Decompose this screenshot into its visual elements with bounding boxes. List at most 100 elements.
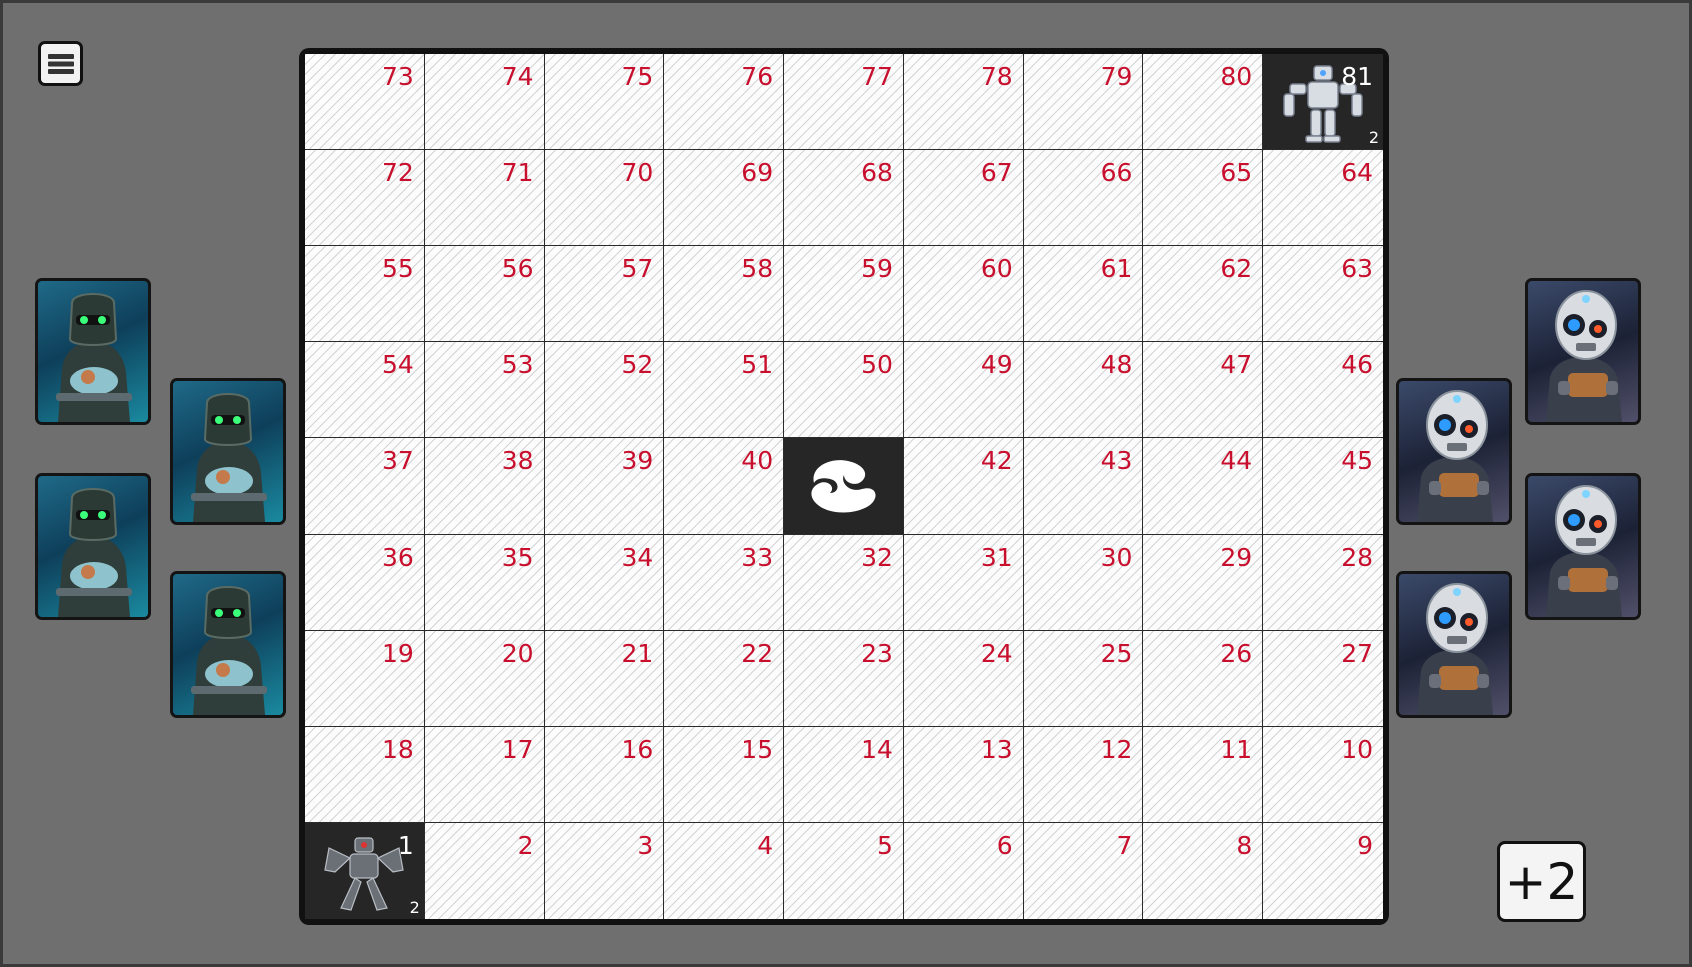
board-cell-36[interactable]: 36 bbox=[305, 534, 425, 631]
board-cell-50[interactable]: 50 bbox=[784, 342, 904, 439]
cell-number: 28 bbox=[1341, 542, 1373, 572]
cell-number: 63 bbox=[1341, 254, 1373, 284]
board-cell-55[interactable]: 55 bbox=[305, 246, 425, 343]
board-cell-33[interactable]: 33 bbox=[664, 534, 785, 631]
board-cell-42[interactable]: 42 bbox=[903, 438, 1024, 535]
board-cell-23[interactable]: 23 bbox=[784, 630, 904, 727]
board-cell-52[interactable]: 52 bbox=[544, 342, 665, 439]
board-cell-1[interactable]: 12 bbox=[305, 822, 425, 919]
board-cell-47[interactable]: 47 bbox=[1143, 342, 1264, 439]
board-cell-15[interactable]: 15 bbox=[664, 726, 785, 823]
board-cell-28[interactable]: 28 bbox=[1263, 534, 1383, 631]
board-cell-24[interactable]: 24 bbox=[903, 630, 1024, 727]
board-cell-49[interactable]: 49 bbox=[903, 342, 1024, 439]
board-cell-41[interactable] bbox=[784, 438, 904, 535]
board-cell-5[interactable]: 5 bbox=[784, 822, 904, 919]
board-cell-46[interactable]: 46 bbox=[1263, 342, 1383, 439]
board-cell-31[interactable]: 31 bbox=[903, 534, 1024, 631]
board-cell-40[interactable]: 40 bbox=[664, 438, 785, 535]
board-cell-22[interactable]: 22 bbox=[664, 630, 785, 727]
board-cell-61[interactable]: 61 bbox=[1023, 246, 1144, 343]
cell-number: 53 bbox=[501, 350, 534, 380]
board-cell-21[interactable]: 21 bbox=[544, 630, 665, 727]
board-cell-72[interactable]: 72 bbox=[305, 150, 425, 247]
board-cell-44[interactable]: 44 bbox=[1143, 438, 1264, 535]
board-cell-11[interactable]: 11 bbox=[1143, 726, 1264, 823]
board-cell-29[interactable]: 29 bbox=[1143, 534, 1264, 631]
board-cell-56[interactable]: 56 bbox=[424, 246, 545, 343]
board-cell-13[interactable]: 13 bbox=[903, 726, 1024, 823]
board-cell-73[interactable]: 73 bbox=[305, 54, 425, 151]
board-cell-63[interactable]: 63 bbox=[1263, 246, 1383, 343]
board-cell-71[interactable]: 71 bbox=[424, 150, 545, 247]
board-cell-18[interactable]: 18 bbox=[305, 726, 425, 823]
board-cell-51[interactable]: 51 bbox=[664, 342, 785, 439]
board-cell-66[interactable]: 66 bbox=[1023, 150, 1144, 247]
board-cell-69[interactable]: 69 bbox=[664, 150, 785, 247]
board-cell-34[interactable]: 34 bbox=[544, 534, 665, 631]
board-cell-70[interactable]: 70 bbox=[544, 150, 665, 247]
board-cell-57[interactable]: 57 bbox=[544, 246, 665, 343]
board-cell-14[interactable]: 14 bbox=[784, 726, 904, 823]
menu-button[interactable] bbox=[38, 41, 83, 86]
left-hand-card[interactable] bbox=[35, 278, 151, 425]
board-cell-30[interactable]: 30 bbox=[1023, 534, 1144, 631]
right-hand-card[interactable] bbox=[1396, 378, 1512, 525]
blue-eyed-robot-card-icon bbox=[1546, 485, 1622, 617]
board-cell-9[interactable]: 9 bbox=[1263, 822, 1383, 919]
board-cell-25[interactable]: 25 bbox=[1023, 630, 1144, 727]
board-cell-37[interactable]: 37 bbox=[305, 438, 425, 535]
right-hand-card[interactable] bbox=[1525, 278, 1641, 425]
left-hand-card[interactable] bbox=[35, 473, 151, 620]
cell-number: 35 bbox=[501, 542, 534, 572]
board-cell-12[interactable]: 12 bbox=[1023, 726, 1144, 823]
game-board: 73 74 75 76 77 78 79 80 81 2 72 71 70 69 68 67 66 65 64 55 5… bbox=[299, 48, 1389, 925]
board-cell-20[interactable]: 20 bbox=[424, 630, 545, 727]
board-cell-27[interactable]: 27 bbox=[1263, 630, 1383, 727]
board-cell-26[interactable]: 26 bbox=[1143, 630, 1264, 727]
board-cell-62[interactable]: 62 bbox=[1143, 246, 1264, 343]
board-cell-38[interactable]: 38 bbox=[424, 438, 545, 535]
board-cell-43[interactable]: 43 bbox=[1023, 438, 1144, 535]
board-cell-79[interactable]: 79 bbox=[1023, 54, 1144, 151]
board-cell-39[interactable]: 39 bbox=[544, 438, 665, 535]
board-cell-16[interactable]: 16 bbox=[544, 726, 665, 823]
board-cell-19[interactable]: 19 bbox=[305, 630, 425, 727]
board-cell-80[interactable]: 80 bbox=[1143, 54, 1264, 151]
board-cell-77[interactable]: 77 bbox=[784, 54, 904, 151]
board-cell-74[interactable]: 74 bbox=[424, 54, 545, 151]
board-cell-10[interactable]: 10 bbox=[1263, 726, 1383, 823]
board-cell-17[interactable]: 17 bbox=[424, 726, 545, 823]
draw-two-button[interactable]: +2 bbox=[1497, 841, 1586, 922]
board-cell-76[interactable]: 76 bbox=[664, 54, 785, 151]
board-cell-75[interactable]: 75 bbox=[544, 54, 665, 151]
board-cell-48[interactable]: 48 bbox=[1023, 342, 1144, 439]
board-cell-53[interactable]: 53 bbox=[424, 342, 545, 439]
board-cell-54[interactable]: 54 bbox=[305, 342, 425, 439]
board-cell-3[interactable]: 3 bbox=[544, 822, 665, 919]
board-cell-65[interactable]: 65 bbox=[1143, 150, 1264, 247]
cell-number: 34 bbox=[621, 542, 654, 572]
board-cell-59[interactable]: 59 bbox=[784, 246, 904, 343]
board-cell-6[interactable]: 6 bbox=[903, 822, 1024, 919]
board-cell-45[interactable]: 45 bbox=[1263, 438, 1383, 535]
board-cell-7[interactable]: 7 bbox=[1023, 822, 1144, 919]
board-cell-78[interactable]: 78 bbox=[903, 54, 1024, 151]
board-cell-4[interactable]: 4 bbox=[664, 822, 785, 919]
board-cell-35[interactable]: 35 bbox=[424, 534, 545, 631]
board-cell-2[interactable]: 2 bbox=[424, 822, 545, 919]
cell-number: 67 bbox=[980, 158, 1013, 188]
board-cell-32[interactable]: 32 bbox=[784, 534, 904, 631]
board-cell-68[interactable]: 68 bbox=[784, 150, 904, 247]
board-cell-58[interactable]: 58 bbox=[664, 246, 785, 343]
board-cell-67[interactable]: 67 bbox=[903, 150, 1024, 247]
right-hand-card[interactable] bbox=[1525, 473, 1641, 620]
left-hand-card[interactable] bbox=[170, 378, 286, 525]
left-hand-card[interactable] bbox=[170, 571, 286, 718]
board-cell-60[interactable]: 60 bbox=[903, 246, 1024, 343]
cell-number: 5 bbox=[876, 830, 893, 860]
right-hand-card[interactable] bbox=[1396, 571, 1512, 718]
board-cell-81[interactable]: 81 2 bbox=[1263, 54, 1383, 151]
board-cell-8[interactable]: 8 bbox=[1143, 822, 1264, 919]
board-cell-64[interactable]: 64 bbox=[1263, 150, 1383, 247]
